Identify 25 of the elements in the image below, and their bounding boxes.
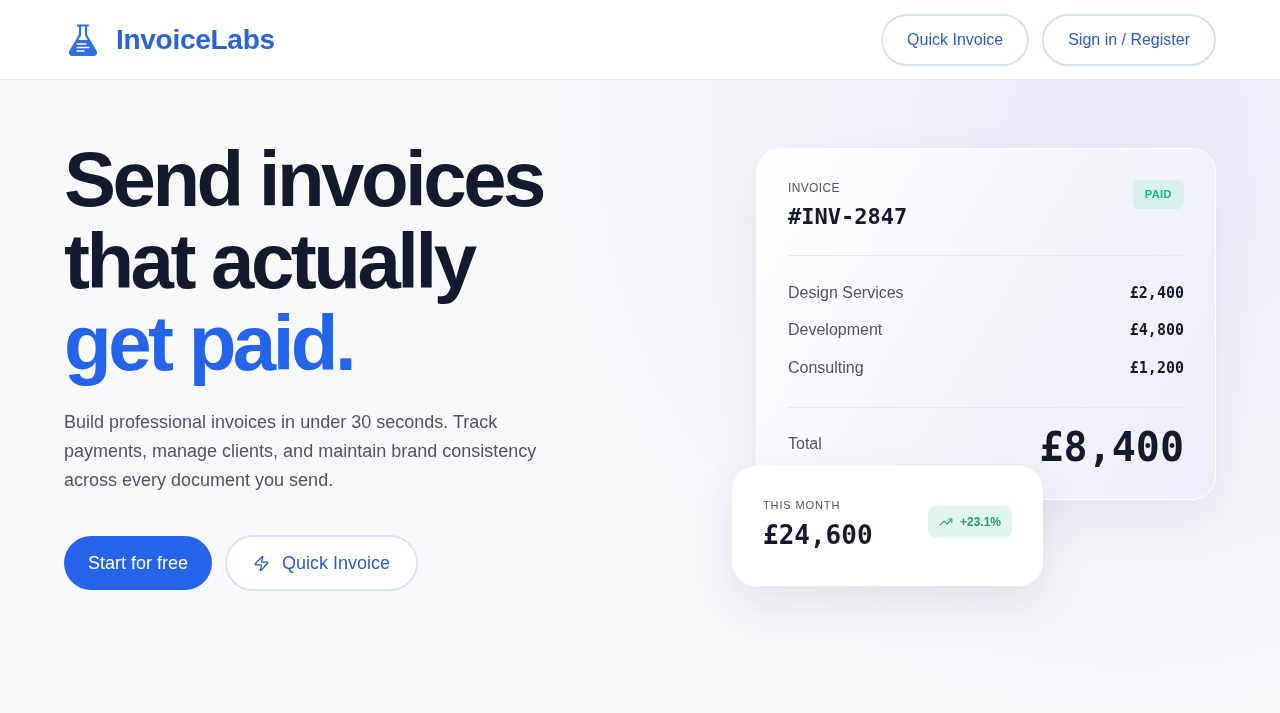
invoice-label: INVOICE (788, 180, 841, 197)
headline-line: get paid. (64, 302, 354, 384)
header-button[interactable]: Sign in / Register (1042, 13, 1216, 66)
stat-value: £24,600 (763, 518, 873, 552)
line-item-name: Development (788, 320, 883, 341)
invoice-number: #INV-2847 (788, 203, 908, 231)
headline-line: that actually (64, 220, 474, 302)
brand-name: InvoiceLabs (116, 22, 275, 57)
total-amount: £8,400 (1039, 422, 1184, 472)
line-item-amount: £2,400 (1129, 282, 1184, 304)
hero-description: Build professional invoices in under 30 seconds. Track payments, manage clients, and maintain brand consistency across every document you send. (64, 411, 538, 492)
start-button[interactable]: Start for free (64, 536, 213, 590)
flask-logo-icon (66, 22, 100, 57)
status-badge: PAID (1132, 180, 1184, 209)
total-label: Total (788, 433, 822, 454)
line-item-amount: £1,200 (1129, 357, 1184, 379)
headline-line: Send invoices (64, 138, 543, 220)
line-item-name: Consulting (788, 357, 864, 378)
line-item-amount: £4,800 (1129, 320, 1184, 341)
quick-invoice-button[interactable]: Quick Invoice (225, 535, 419, 591)
stat-label: THIS MONTH (763, 498, 842, 514)
line-item-name: Design Services (788, 282, 904, 303)
header-button[interactable]: Quick Invoice (881, 13, 1030, 66)
change-text: +23.1% (959, 514, 1001, 531)
lightning-icon (253, 554, 271, 572)
